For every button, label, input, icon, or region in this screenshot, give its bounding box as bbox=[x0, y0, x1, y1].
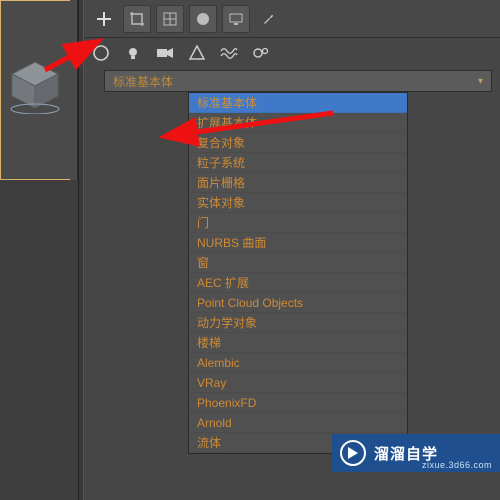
monitor-icon bbox=[228, 11, 244, 27]
spline-icon bbox=[189, 45, 205, 61]
grid-icon bbox=[162, 11, 178, 27]
gears-icon bbox=[252, 45, 270, 61]
list-item[interactable]: 窗 bbox=[189, 253, 407, 273]
create-tab[interactable] bbox=[90, 5, 118, 33]
circle-fill-icon bbox=[195, 11, 211, 27]
list-item[interactable]: NURBS 曲面 bbox=[189, 233, 407, 253]
list-item[interactable]: AEC 扩展 bbox=[189, 273, 407, 293]
wrench-icon bbox=[260, 10, 278, 28]
geometry-category[interactable] bbox=[90, 42, 112, 64]
cameras-category[interactable] bbox=[154, 42, 176, 64]
list-item[interactable]: 面片栅格 bbox=[189, 173, 407, 193]
systems-category[interactable] bbox=[250, 42, 272, 64]
create-category-icons bbox=[84, 38, 500, 68]
utilities-tab[interactable] bbox=[255, 5, 283, 33]
command-panel-tabs bbox=[84, 0, 500, 38]
list-item[interactable]: 动力学对象 bbox=[189, 313, 407, 333]
sphere-icon bbox=[92, 44, 110, 62]
list-item[interactable]: 复合对象 bbox=[189, 133, 407, 153]
viewport-object-thumb[interactable] bbox=[0, 40, 70, 130]
lights-category[interactable] bbox=[122, 42, 144, 64]
chevron-down-icon: ▾ bbox=[478, 76, 483, 87]
motion-tab[interactable] bbox=[189, 5, 217, 33]
list-item[interactable]: Arnold bbox=[189, 413, 407, 433]
cube-icon bbox=[6, 56, 64, 114]
camera-icon bbox=[156, 46, 174, 60]
list-item[interactable]: VRay bbox=[189, 373, 407, 393]
helpers-category[interactable] bbox=[186, 42, 208, 64]
list-item[interactable]: 扩展基本体 bbox=[189, 113, 407, 133]
waves-icon bbox=[220, 46, 238, 60]
light-icon bbox=[125, 45, 141, 61]
hierarchy-tab[interactable] bbox=[156, 5, 184, 33]
viewport-grid[interactable] bbox=[0, 180, 78, 500]
modify-tab[interactable] bbox=[123, 5, 151, 33]
list-item[interactable]: PhoenixFD bbox=[189, 393, 407, 413]
command-panel: 标准基本体 ▾ 标准基本体扩展基本体复合对象粒子系统面片栅格实体对象门NURBS… bbox=[84, 0, 500, 500]
list-item[interactable]: 楼梯 bbox=[189, 333, 407, 353]
watermark: 溜溜自学 zixue.3d66.com bbox=[332, 434, 500, 472]
category-dropdown[interactable]: 标准基本体 ▾ bbox=[104, 70, 492, 92]
spacewarps-category[interactable] bbox=[218, 42, 240, 64]
viewport-active-border-bottom bbox=[0, 168, 70, 180]
list-item[interactable]: Alembic bbox=[189, 353, 407, 373]
list-item[interactable]: 门 bbox=[189, 213, 407, 233]
list-item[interactable]: 粒子系统 bbox=[189, 153, 407, 173]
list-item[interactable]: 标准基本体 bbox=[189, 93, 407, 113]
viewport-panel bbox=[0, 0, 78, 500]
watermark-url: zixue.3d66.com bbox=[422, 460, 492, 470]
play-icon bbox=[340, 440, 366, 466]
list-item[interactable]: 实体对象 bbox=[189, 193, 407, 213]
display-tab[interactable] bbox=[222, 5, 250, 33]
category-dropdown-list: 标准基本体扩展基本体复合对象粒子系统面片栅格实体对象门NURBS 曲面窗AEC … bbox=[188, 92, 408, 454]
plus-icon bbox=[95, 10, 113, 28]
list-item[interactable]: Point Cloud Objects bbox=[189, 293, 407, 313]
crop-icon bbox=[129, 11, 145, 27]
category-dropdown-label: 标准基本体 bbox=[113, 73, 173, 90]
